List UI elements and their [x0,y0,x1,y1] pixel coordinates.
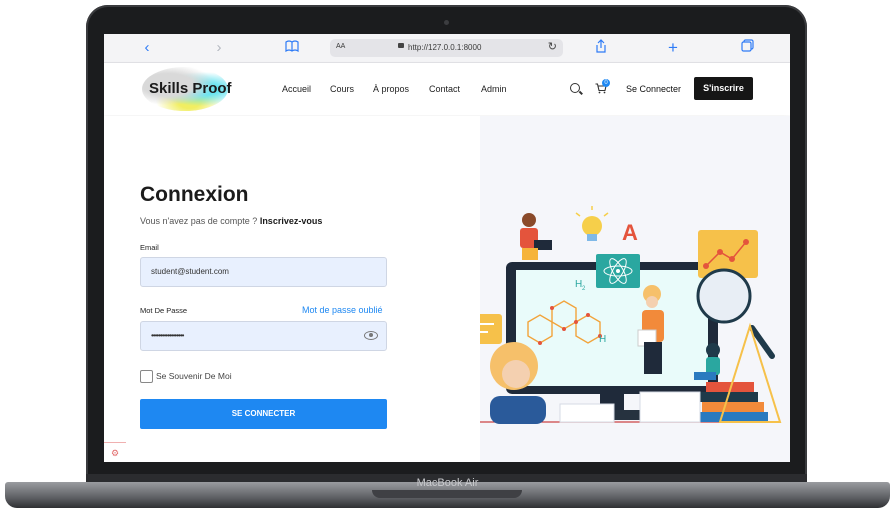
password-field[interactable]: •••••••••••••••••• [140,321,387,351]
illustration-panel: H 2 H A [428,116,790,462]
signup-link[interactable]: Inscrivez-vous [260,216,323,226]
camera-icon [444,20,449,25]
login-section: Connexion Vous n'avez pas de compte ? In… [104,116,480,462]
back-icon[interactable]: ‹ [138,39,156,57]
site-logo[interactable]: Skills Proof [149,80,232,97]
forward-icon[interactable]: › [210,39,228,57]
remember-label[interactable]: Se Souvenir De Moi [156,371,232,381]
reload-icon[interactable]: ↻ [548,40,557,53]
signup-prompt-text: Vous n'avez pas de compte ? [140,216,258,226]
address-bar[interactable]: AA http://127.0.0.1:8000 ↻ [330,39,563,57]
lock-icon [398,43,404,48]
device-label: MacBook Air [416,477,479,489]
nav-a-propos[interactable]: À propos [373,84,409,94]
eye-icon[interactable] [364,331,378,340]
page-title: Connexion [140,183,249,206]
submit-button[interactable]: SE CONNECTER [140,399,387,429]
password-label: Mot De Passe [140,306,188,315]
nav-admin[interactable]: Admin [481,84,507,94]
browser-toolbar: ‹ › AA http://127.0.0.1:8000 ↻ + [104,34,790,63]
site-navbar: Skills Proof Accueil Cours À propos Cont… [104,63,790,115]
signup-prompt: Vous n'avez pas de compte ? Inscrivez-vo… [140,216,322,226]
remember-checkbox[interactable] [140,370,153,383]
nav-cours[interactable]: Cours [330,84,354,94]
email-label: Email [140,243,159,252]
share-icon[interactable] [592,39,610,57]
screen: ‹ › AA http://127.0.0.1:8000 ↻ + Skills … [104,34,790,462]
signup-button[interactable]: S'inscrire [694,77,753,100]
svg-text:A: A [622,220,638,245]
tabs-icon[interactable] [738,39,756,57]
book-icon[interactable] [283,39,301,57]
search-icon[interactable] [570,83,580,93]
new-tab-icon[interactable]: + [664,39,682,57]
learning-illustration: H 2 H A [428,206,782,424]
login-link[interactable]: Se Connecter [626,84,681,94]
email-field[interactable]: student@student.com [140,257,387,287]
svg-text:H: H [599,334,606,345]
nav-accueil[interactable]: Accueil [282,84,311,94]
nav-contact[interactable]: Contact [429,84,460,94]
forgot-password-link[interactable]: Mot de passe oublié [302,305,383,315]
url-text[interactable]: http://127.0.0.1:8000 [408,43,481,52]
debug-toolbar-icon[interactable]: ⚙ [104,442,126,462]
cart-count-badge: 0 [602,79,610,87]
reader-aa[interactable]: AA [336,43,345,50]
laptop-notch [372,490,522,498]
